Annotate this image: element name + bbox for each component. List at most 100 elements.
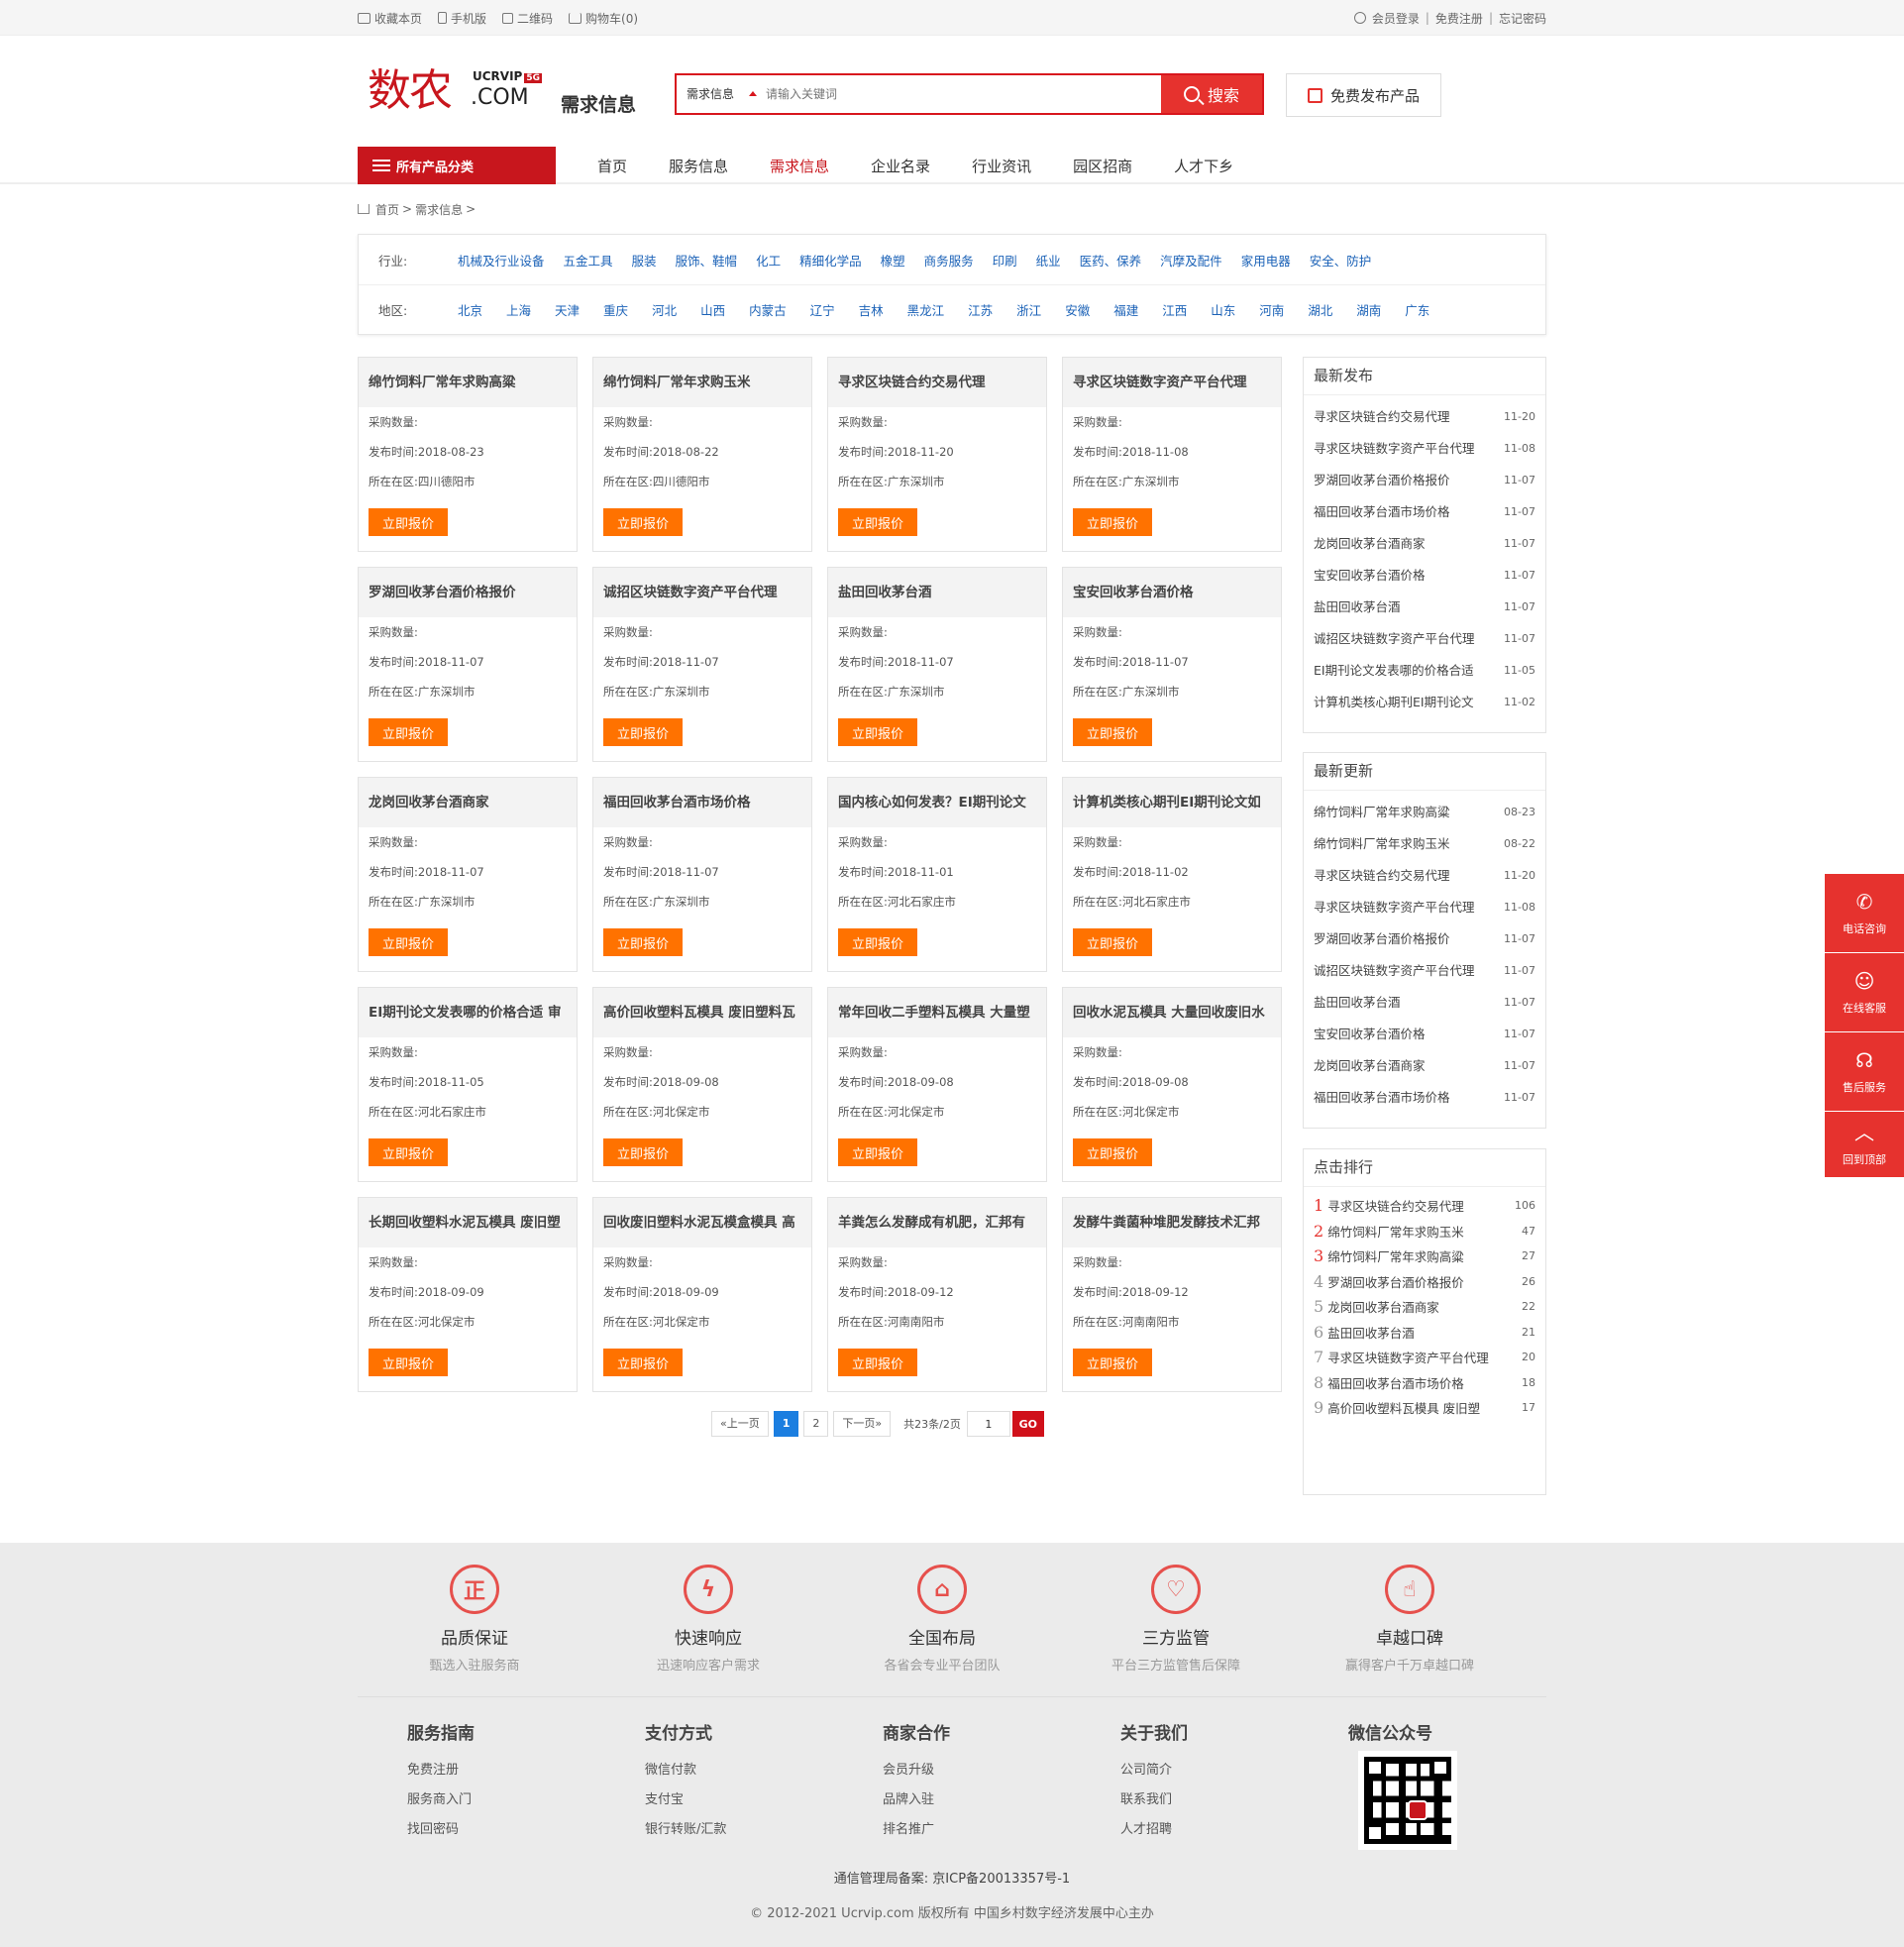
list-item[interactable]: 1 寻求区块链合约交易代理 106 <box>1314 1193 1535 1219</box>
card-title[interactable]: 绵竹饲料厂常年求购高粱 <box>359 358 577 407</box>
search-button[interactable]: 搜索 <box>1161 75 1262 113</box>
region-filter-link[interactable]: 湖北 <box>1308 300 1332 319</box>
card-title[interactable]: 高价回收塑料瓦模具 废旧塑料瓦 <box>593 988 811 1037</box>
nav-item-parks[interactable]: 园区招商 <box>1073 156 1132 176</box>
list-item[interactable]: 4 罗湖回收茅台酒价格报价 26 <box>1314 1269 1535 1295</box>
quote-button[interactable]: 立即报价 <box>369 928 448 956</box>
card-title[interactable]: 宝安回收茅台酒价格 <box>1063 568 1281 617</box>
list-item[interactable]: 寻求区块链合约交易代理 11-20 <box>1314 401 1535 433</box>
quote-button[interactable]: 立即报价 <box>1073 1138 1152 1166</box>
cart-link[interactable]: 购物车(0) <box>569 10 638 27</box>
list-item[interactable]: EI期刊论文发表哪的价格合适 11-05 <box>1314 655 1535 687</box>
list-item[interactable]: 8 福田回收茅台酒市场价格 18 <box>1314 1370 1535 1396</box>
quote-button[interactable]: 立即报价 <box>369 1349 448 1376</box>
region-filter-link[interactable]: 内蒙古 <box>749 300 787 319</box>
site-logo[interactable]: 数农 UCRVIP 5G .COM <box>368 65 552 117</box>
list-item[interactable]: 2 绵竹饲料厂常年求购玉米 47 <box>1314 1219 1535 1244</box>
region-filter-link[interactable]: 吉林 <box>859 300 884 319</box>
card-title[interactable]: 绵竹饲料厂常年求购玉米 <box>593 358 811 407</box>
region-filter-link[interactable]: 辽宁 <box>810 300 835 319</box>
region-filter-link[interactable]: 江苏 <box>968 300 993 319</box>
region-filter-link[interactable]: 安徽 <box>1065 300 1090 319</box>
list-item[interactable]: 3 绵竹饲料厂常年求购高粱 27 <box>1314 1244 1535 1269</box>
industry-filter-link[interactable]: 服饰、鞋帽 <box>676 251 738 270</box>
region-filter-link[interactable]: 福建 <box>1113 300 1138 319</box>
list-item[interactable]: 福田回收茅台酒市场价格 11-07 <box>1314 1082 1535 1114</box>
list-item[interactable]: 绵竹饲料厂常年求购玉米 08-22 <box>1314 828 1535 860</box>
page-button-2[interactable]: 2 <box>803 1411 829 1437</box>
back-to-top-button[interactable]: ︿ 回到顶部 <box>1825 1112 1904 1177</box>
next-page-button[interactable]: 下一页» <box>833 1411 892 1437</box>
nav-item-home[interactable]: 首页 <box>597 156 627 176</box>
mobile-link[interactable]: 手机版 <box>438 10 486 27</box>
phone-consult-button[interactable]: ✆ 电话咨询 <box>1825 874 1904 953</box>
card-title[interactable]: 发酵牛粪菌种堆肥发酵技术汇邦 <box>1063 1198 1281 1247</box>
card-title[interactable]: 羊粪怎么发酵成有机肥，汇邦有 <box>828 1198 1046 1247</box>
industry-filter-link[interactable]: 纸业 <box>1036 251 1061 270</box>
industry-filter-link[interactable]: 汽摩及配件 <box>1160 251 1222 270</box>
quote-button[interactable]: 立即报价 <box>1073 718 1152 746</box>
list-item[interactable]: 5 龙岗回收茅台酒商家 22 <box>1314 1294 1535 1320</box>
region-filter-link[interactable]: 山西 <box>700 300 725 319</box>
list-item[interactable]: 9 高价回收塑料瓦模具 废旧塑 17 <box>1314 1395 1535 1421</box>
list-item[interactable]: 计算机类核心期刊EI期刊论文 11-02 <box>1314 687 1535 718</box>
list-item[interactable]: 诚招区块链数字资产平台代理 11-07 <box>1314 623 1535 655</box>
nav-item-services[interactable]: 服务信息 <box>669 156 728 176</box>
list-item[interactable]: 罗湖回收茅台酒价格报价 11-07 <box>1314 465 1535 496</box>
industry-filter-link[interactable]: 安全、防护 <box>1310 251 1372 270</box>
quote-button[interactable]: 立即报价 <box>369 718 448 746</box>
industry-filter-link[interactable]: 商务服务 <box>924 251 974 270</box>
free-publish-button[interactable]: 免费发布产品 <box>1286 73 1441 117</box>
card-title[interactable]: 回收水泥瓦模具 大量回收废旧水 <box>1063 988 1281 1037</box>
login-link[interactable]: 会员登录 <box>1372 10 1420 27</box>
industry-filter-link[interactable]: 服装 <box>632 251 657 270</box>
footer-link[interactable]: 会员升级 <box>883 1756 950 1785</box>
nav-item-talent[interactable]: 人才下乡 <box>1174 156 1233 176</box>
industry-filter-link[interactable]: 印刷 <box>993 251 1017 270</box>
footer-link[interactable]: 人才招聘 <box>1120 1815 1188 1845</box>
industry-filter-link[interactable]: 家用电器 <box>1241 251 1291 270</box>
industry-filter-link[interactable]: 化工 <box>756 251 781 270</box>
card-title[interactable]: 罗湖回收茅台酒价格报价 <box>359 568 577 617</box>
card-title[interactable]: 盐田回收茅台酒 <box>828 568 1046 617</box>
list-item[interactable]: 宝安回收茅台酒价格 11-07 <box>1314 1019 1535 1050</box>
card-title[interactable]: 回收废旧塑料水泥瓦模盒模具 高 <box>593 1198 811 1247</box>
qrcode-link[interactable]: 二维码 <box>502 10 553 27</box>
industry-filter-link[interactable]: 机械及行业设备 <box>458 251 545 270</box>
quote-button[interactable]: 立即报价 <box>838 1349 917 1376</box>
forgot-password-link[interactable]: 忘记密码 <box>1499 10 1546 27</box>
region-filter-link[interactable]: 浙江 <box>1016 300 1041 319</box>
quote-button[interactable]: 立即报价 <box>838 928 917 956</box>
search-type-select[interactable]: 需求信息 <box>677 75 760 113</box>
quote-button[interactable]: 立即报价 <box>603 928 683 956</box>
nav-item-demands[interactable]: 需求信息 <box>770 156 829 176</box>
list-item[interactable]: 盐田回收茅台酒 11-07 <box>1314 592 1535 623</box>
quote-button[interactable]: 立即报价 <box>1073 1349 1152 1376</box>
list-item[interactable]: 7 寻求区块链数字资产平台代理 20 <box>1314 1345 1535 1370</box>
nav-item-news[interactable]: 行业资讯 <box>972 156 1031 176</box>
bookmark-link[interactable]: 收藏本页 <box>358 10 422 27</box>
card-title[interactable]: 福田回收茅台酒市场价格 <box>593 778 811 827</box>
go-button[interactable]: GO <box>1011 1411 1044 1437</box>
card-title[interactable]: 常年回收二手塑料瓦模具 大量塑 <box>828 988 1046 1037</box>
quote-button[interactable]: 立即报价 <box>838 718 917 746</box>
quote-button[interactable]: 立即报价 <box>1073 928 1152 956</box>
footer-link[interactable]: 银行转账/汇款 <box>645 1815 726 1845</box>
footer-link[interactable]: 免费注册 <box>407 1756 475 1785</box>
all-categories-button[interactable]: 所有产品分类 <box>358 147 556 184</box>
list-item[interactable]: 寻求区块链数字资产平台代理 11-08 <box>1314 892 1535 923</box>
quote-button[interactable]: 立即报价 <box>838 508 917 536</box>
quote-button[interactable]: 立即报价 <box>603 718 683 746</box>
card-title[interactable]: 寻求区块链合约交易代理 <box>828 358 1046 407</box>
quote-button[interactable]: 立即报价 <box>603 1138 683 1166</box>
after-sales-button[interactable]: ☊ 售后服务 <box>1825 1032 1904 1112</box>
breadcrumb-home[interactable]: 首页 <box>375 201 399 218</box>
page-jump-input[interactable] <box>966 1411 1010 1437</box>
card-title[interactable]: 龙岗回收茅台酒商家 <box>359 778 577 827</box>
card-title[interactable]: 国内核心如何发表？EI期刊论文 <box>828 778 1046 827</box>
list-item[interactable]: 宝安回收茅台酒价格 11-07 <box>1314 560 1535 592</box>
list-item[interactable]: 诚招区块链数字资产平台代理 11-07 <box>1314 955 1535 987</box>
region-filter-link[interactable]: 重庆 <box>603 300 628 319</box>
industry-filter-link[interactable]: 医药、保养 <box>1080 251 1142 270</box>
list-item[interactable]: 福田回收茅台酒市场价格 11-07 <box>1314 496 1535 528</box>
